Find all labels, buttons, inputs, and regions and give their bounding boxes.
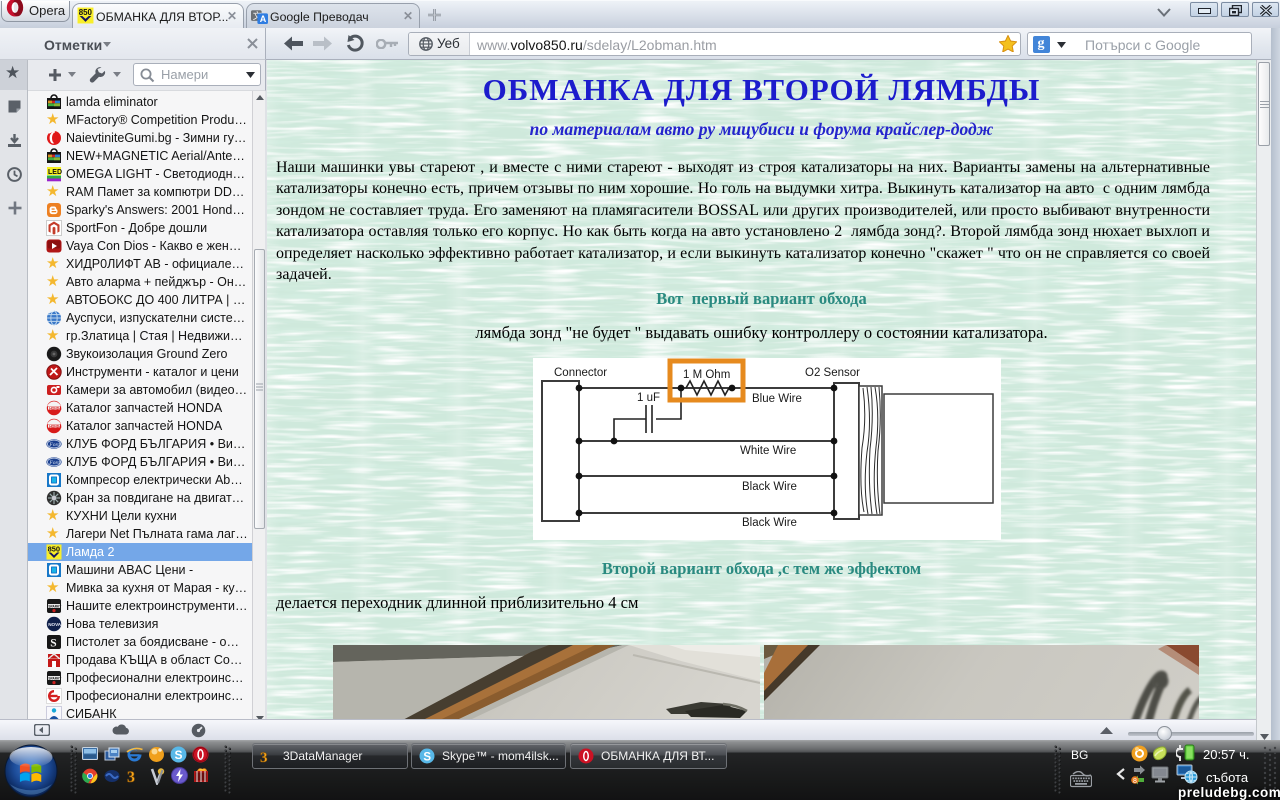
- svg-text:3: 3: [127, 769, 135, 785]
- svg-text:1 M Ohm: 1 M Ohm: [683, 369, 730, 381]
- svg-text:NOVA: NOVA: [48, 622, 62, 627]
- svg-text:S: S: [175, 748, 183, 762]
- svg-text:3: 3: [260, 750, 268, 765]
- svg-text:O2 Sensor: O2 Sensor: [805, 367, 860, 379]
- svg-text:Black Wire: Black Wire: [742, 481, 797, 493]
- svg-text:Ford: Ford: [48, 460, 60, 466]
- svg-text:850: 850: [79, 8, 93, 17]
- svg-text:SPARKY: SPARKY: [48, 604, 62, 608]
- svg-text:S: S: [423, 752, 431, 764]
- svg-text:S: S: [50, 637, 56, 649]
- svg-text:Black Wire: Black Wire: [742, 517, 797, 529]
- svg-text:Ford: Ford: [48, 442, 60, 448]
- svg-text:Blue Wire: Blue Wire: [752, 393, 802, 405]
- svg-text:1 uF: 1 uF: [637, 392, 660, 404]
- svg-text:White Wire: White Wire: [740, 445, 796, 457]
- svg-text:SPARKY: SPARKY: [48, 676, 62, 680]
- svg-text:Connector: Connector: [554, 367, 607, 379]
- svg-text:HONDA: HONDA: [49, 406, 62, 410]
- svg-text:850: 850: [48, 544, 61, 553]
- svg-text:8: 8: [1133, 778, 1137, 785]
- svg-text:HONDA: HONDA: [49, 424, 62, 428]
- svg-text:LED: LED: [48, 169, 62, 176]
- svg-text:A: A: [260, 14, 267, 24]
